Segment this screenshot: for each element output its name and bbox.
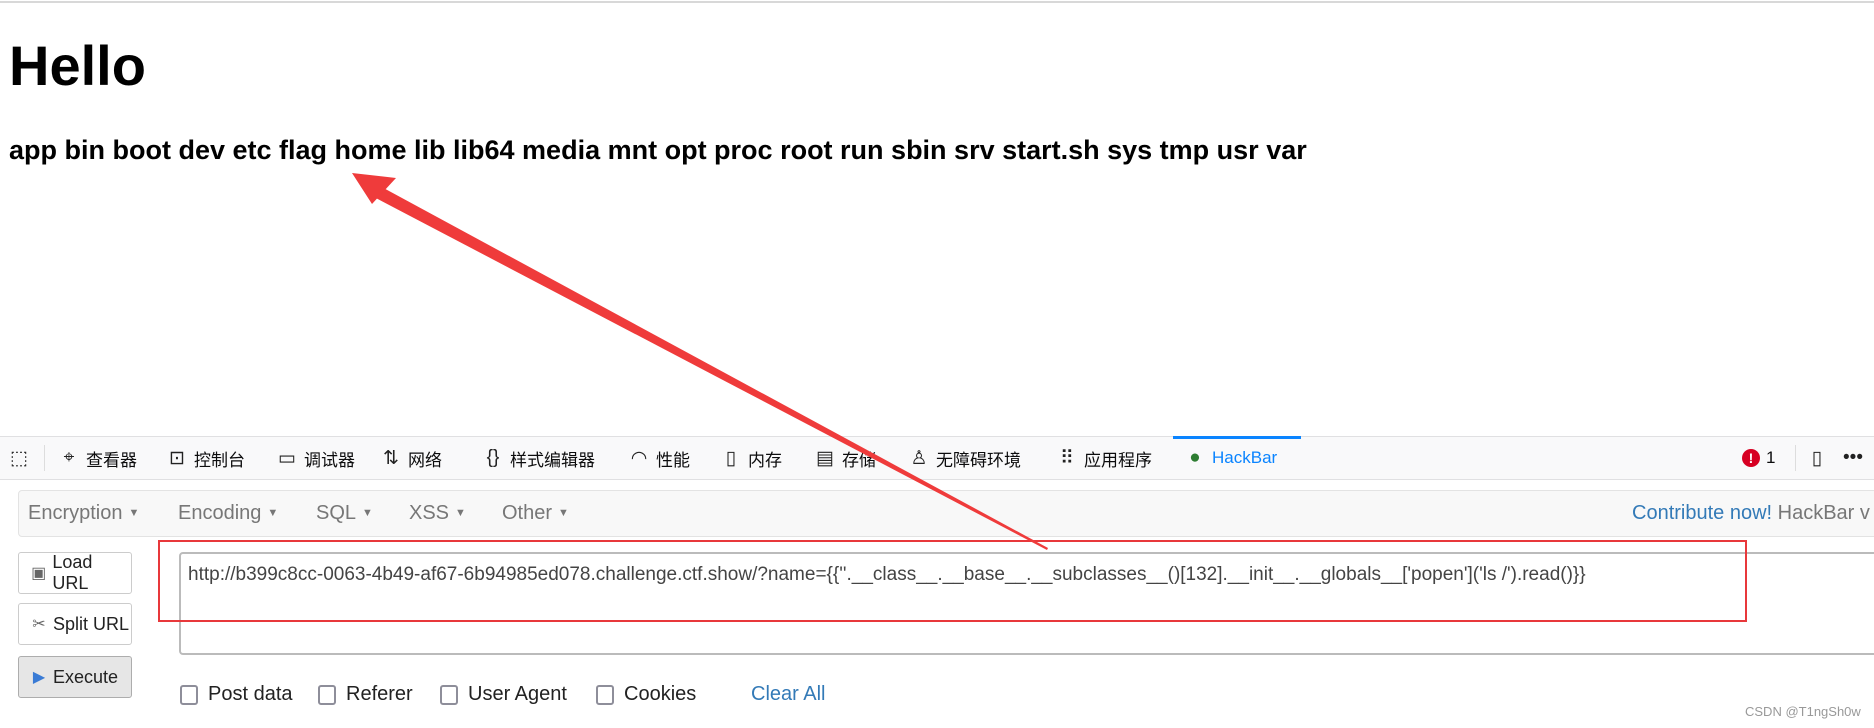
tab-label: 存储 [842,450,876,470]
tab-debugger[interactable]: ▭ 调试器 [276,437,355,479]
hackbar-icon: ● [1189,447,1201,468]
tab-storage[interactable]: ▤ 存储 [814,437,876,479]
checkbox-label: Post data [208,683,293,705]
button-label: Execute [53,666,119,687]
tab-hackbar[interactable]: ● HackBar [1184,437,1277,479]
performance-icon: ◠ [630,447,648,469]
hackbar-version: HackBar v [1777,502,1870,524]
checkbox-label: User Agent [468,683,567,705]
caret-down-icon: ▼ [455,507,466,520]
divider [44,445,45,471]
accessibility-icon: ♙ [910,447,928,469]
checkbox-label: Cookies [624,683,697,705]
tab-label: 无障碍环境 [936,450,1021,470]
user-agent-checkbox[interactable]: User Agent [440,683,567,706]
caret-down-icon: ▼ [558,507,569,520]
menu-encoding[interactable]: Encoding ▼ [178,491,278,536]
tab-label: 控制台 [194,450,245,470]
tab-network[interactable]: ⇅ 网络 [380,437,442,479]
menu-label: XSS [409,502,450,524]
checkbox-box [440,684,458,705]
tab-style-editor[interactable]: {} 样式编辑器 [482,437,595,479]
caret-down-icon: ▼ [362,507,373,520]
tab-application[interactable]: ⠿ 应用程序 [1056,437,1152,479]
debugger-icon: ▭ [278,447,296,469]
more-icon: ••• [1843,447,1863,468]
style-editor-icon: {} [486,447,500,468]
menu-label: SQL [316,502,357,524]
referer-checkbox[interactable]: Referer [318,683,413,706]
command-output: app bin boot dev etc flag home lib lib64… [9,135,1307,165]
tab-label: HackBar [1212,448,1278,467]
error-count-button[interactable]: ! 1 [1742,437,1775,479]
devtools-toolbar: ⬚ ⌖ 查看器 ⊡ 控制台 ▭ 调试器 ⇅ 网络 {} 样式编辑器 ◠ 性能 ▯ 内存 ▤ 存储… [0,436,1874,480]
button-label: Split URL [53,613,130,634]
clear-all-link[interactable]: Clear All [751,683,825,706]
tab-accessibility[interactable]: ♙ 无障碍环境 [908,437,1021,479]
console-icon: ⊡ [169,447,185,469]
element-picker-button[interactable]: ⬚ [8,437,30,479]
tab-label: 样式编辑器 [510,450,595,470]
watermark: CSDN @T1ngSh0w [1745,704,1861,719]
execute-button[interactable]: ▶ Execute [18,656,132,698]
load-icon: ▣ [31,565,47,582]
responsive-design-icon: ▯ [1811,447,1823,469]
tab-label: 网络 [408,450,442,470]
inspector-icon: ⌖ [63,447,75,468]
page-title: Hello [9,34,146,97]
menu-sql[interactable]: SQL ▼ [316,491,373,536]
menu-other[interactable]: Other ▼ [502,491,569,536]
checkbox-box [318,684,336,705]
tab-label: 内存 [748,450,782,470]
menu-encryption[interactable]: Encryption ▼ [28,491,139,536]
contribute-link[interactable]: Contribute now! [1632,502,1772,524]
load-url-button[interactable]: ▣ Load URL [18,552,132,594]
tab-inspector[interactable]: ⌖ 查看器 [58,437,137,479]
tab-console[interactable]: ⊡ 控制台 [166,437,245,479]
hackbar-menu: Encryption ▼ Encoding ▼ SQL ▼ XSS ▼ Other ▼ C… [18,490,1874,537]
split-url-button[interactable]: ✂ Split URL [18,603,132,645]
more-options-button[interactable]: ••• [1842,437,1864,479]
play-icon: ▶ [32,669,46,686]
divider [1795,445,1796,471]
caret-down-icon: ▼ [267,507,279,520]
checkbox-box [596,684,614,705]
tab-memory[interactable]: ▯ 内存 [720,437,782,479]
application-icon: ⠿ [1060,447,1074,469]
cookies-checkbox[interactable]: Cookies [596,683,696,706]
storage-icon: ▤ [816,447,834,469]
menu-label: Encoding [178,502,262,524]
responsive-design-button[interactable]: ▯ [1806,437,1828,479]
tab-label: 调试器 [304,450,355,470]
caret-down-icon: ▼ [128,507,140,520]
page-top-border [0,1,1874,3]
checkbox-label: Referer [346,683,413,705]
scissors-icon: ✂ [32,616,46,633]
tab-label: 应用程序 [1084,450,1152,470]
button-label: Load URL [52,552,93,593]
url-textarea[interactable]: http://b399c8cc-0063-4b49-af67-6b94985ed… [179,552,1874,655]
element-picker-icon: ⬚ [10,447,28,469]
menu-xss[interactable]: XSS ▼ [409,491,466,536]
memory-icon: ▯ [725,447,737,469]
error-icon: ! [1742,449,1760,467]
checkbox-box [180,684,198,705]
error-count: 1 [1766,448,1776,467]
tab-performance[interactable]: ◠ 性能 [628,437,690,479]
network-icon: ⇅ [383,447,399,469]
arrow-head [352,173,396,204]
tab-label: 查看器 [86,450,137,470]
menu-label: Other [502,502,553,524]
post-data-checkbox[interactable]: Post data [180,683,293,706]
menu-label: Encryption [28,502,123,524]
tab-label: 性能 [656,450,690,470]
